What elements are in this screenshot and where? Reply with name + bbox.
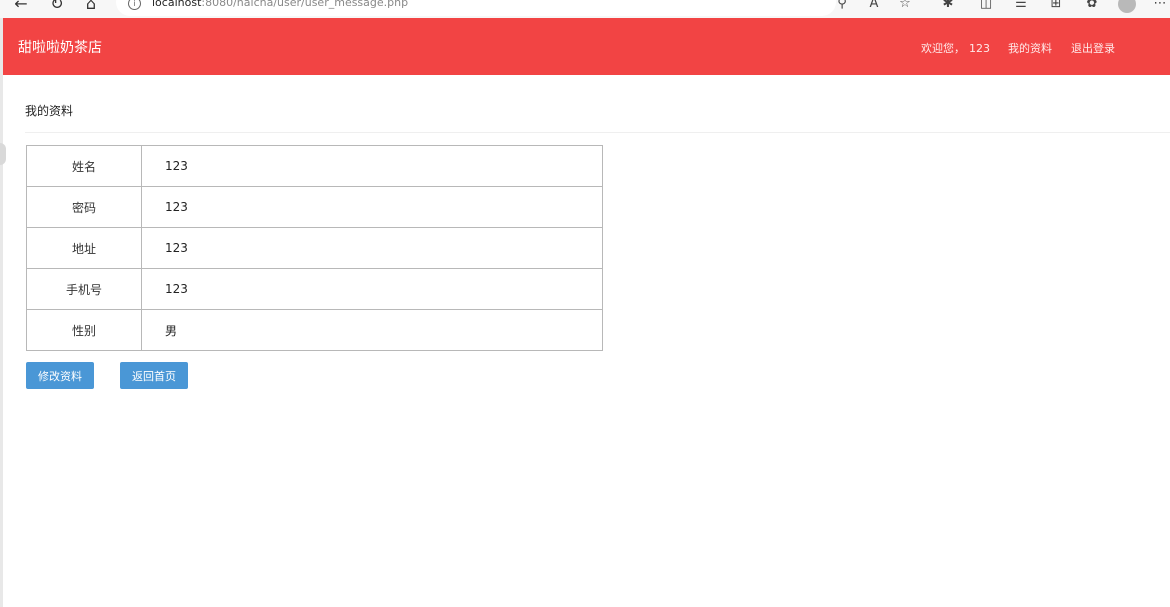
table-row: 姓名 123 — [26, 145, 603, 187]
row-value: 123 — [141, 186, 603, 228]
left-edge — [0, 18, 3, 607]
row-value: 男 — [141, 309, 603, 351]
table-row: 地址 123 — [26, 227, 603, 269]
address-bar[interactable]: i localhost:8080/naicha/user/user_messag… — [116, 0, 836, 16]
welcome-text: 欢迎您， 123 — [921, 42, 990, 55]
page-title: 我的资料 — [25, 104, 74, 118]
more-icon[interactable]: ⋯ — [1150, 0, 1170, 14]
profile-link[interactable]: 我的资料 — [1008, 40, 1052, 56]
row-label: 姓名 — [26, 145, 142, 187]
edit-profile-button[interactable]: 修改资料 — [26, 362, 94, 389]
table-row: 性别 男 — [26, 309, 603, 351]
zoom-icon[interactable]: ⚲ — [832, 0, 852, 14]
header-bar: 甜啦啦奶茶店 欢迎您， 123 我的资料 退出登录 — [3, 18, 1170, 75]
collections-icon[interactable]: ⊞ — [1046, 0, 1066, 14]
info-icon[interactable]: i — [128, 0, 141, 10]
back-arrow-icon[interactable]: ← — [10, 0, 32, 14]
sidebar-handle[interactable] — [0, 143, 6, 165]
divider — [25, 132, 1170, 133]
back-home-button[interactable]: 返回首页 — [120, 362, 188, 389]
home-icon[interactable]: ⌂ — [80, 0, 102, 14]
row-label: 地址 — [26, 227, 142, 269]
logout-link[interactable]: 退出登录 — [1071, 40, 1115, 56]
browser-toolbar: ← ↻ ⌂ i localhost:8080/naicha/user/user_… — [0, 0, 1170, 18]
profile-avatar-icon[interactable] — [1118, 0, 1136, 13]
row-label: 性别 — [26, 309, 142, 351]
split-screen-icon[interactable]: ◫ — [976, 0, 996, 14]
favorites-icon[interactable]: ☰ — [1011, 0, 1031, 14]
profile-table: 姓名 123 密码 123 地址 123 手机号 123 性别 男 — [26, 145, 603, 351]
row-value: 123 — [141, 145, 603, 187]
row-label: 密码 — [26, 186, 142, 228]
extensions-icon[interactable]: ✱ — [938, 0, 958, 14]
brand-title[interactable]: 甜啦啦奶茶店 — [18, 37, 102, 57]
refresh-icon[interactable]: ↻ — [46, 0, 68, 14]
username: 123 — [969, 42, 990, 55]
read-aloud-icon[interactable]: A — [864, 0, 884, 14]
star-icon[interactable]: ☆ — [895, 0, 915, 14]
address-text: localhost:8080/naicha/user/user_message.… — [152, 0, 409, 9]
performance-icon[interactable]: ✿ — [1082, 0, 1102, 14]
row-label: 手机号 — [26, 268, 142, 310]
table-row: 密码 123 — [26, 186, 603, 228]
table-row: 手机号 123 — [26, 268, 603, 310]
row-value: 123 — [141, 227, 603, 269]
row-value: 123 — [141, 268, 603, 310]
